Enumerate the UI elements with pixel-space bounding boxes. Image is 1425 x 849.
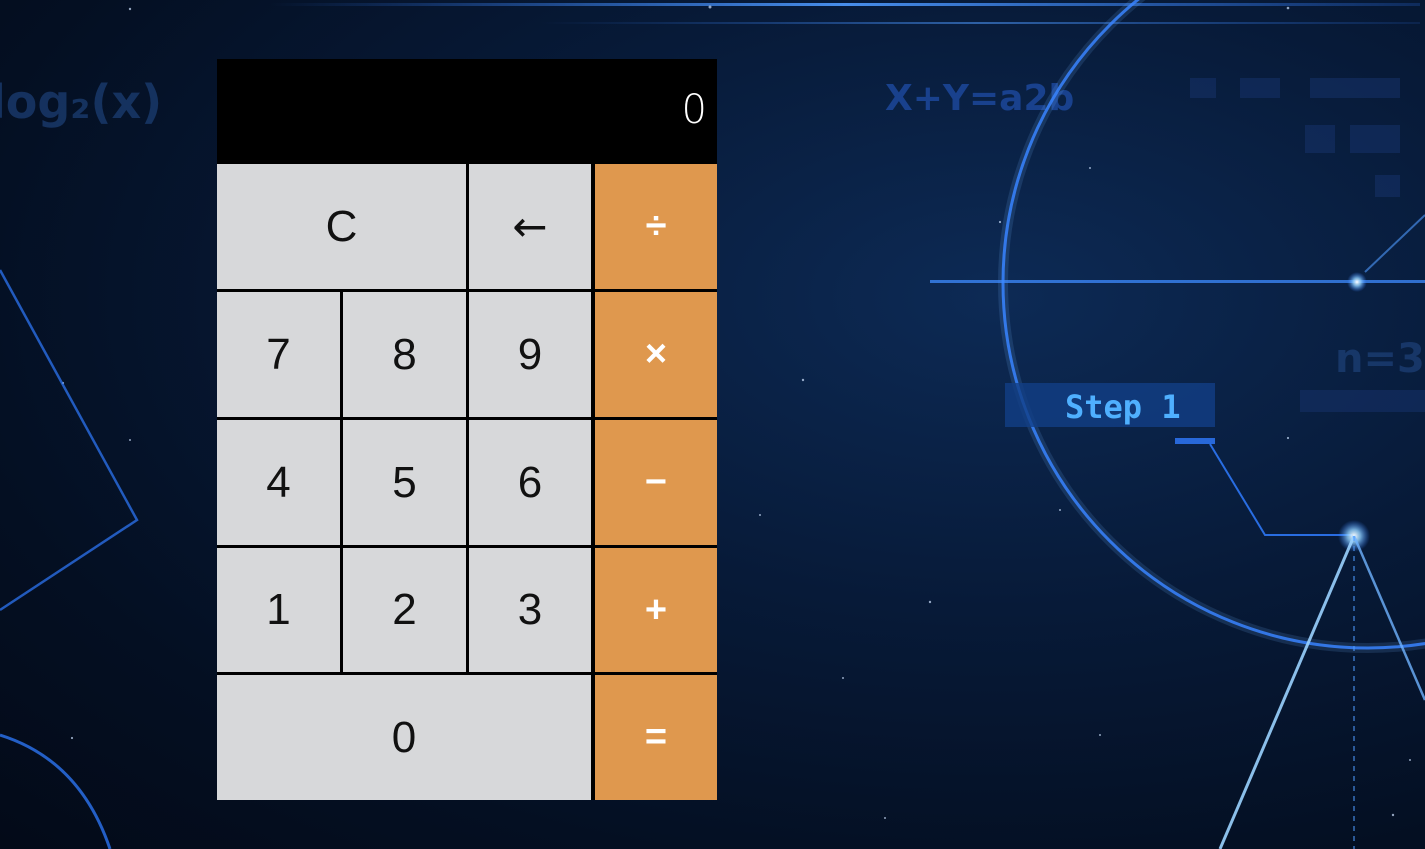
connector-line — [1209, 443, 1352, 536]
digit-9-button[interactable]: 9 — [469, 292, 591, 417]
digit-1-button[interactable]: 1 — [217, 548, 340, 672]
triangle-shape — [0, 269, 139, 612]
digit-2-button[interactable]: 2 — [343, 548, 466, 672]
backspace-button[interactable]: ← — [469, 164, 591, 289]
multiply-button[interactable]: × — [595, 292, 717, 417]
calculator-display: 0 — [217, 59, 717, 163]
digit-6-button[interactable]: 6 — [469, 420, 591, 545]
ray-right — [1352, 535, 1425, 701]
bottom-arc — [0, 733, 112, 849]
formula-n-text: n=3 — [1335, 336, 1425, 382]
digit-0-button[interactable]: 0 — [217, 675, 591, 800]
clear-button[interactable]: C — [217, 164, 466, 289]
ray-left — [1218, 535, 1356, 849]
add-button[interactable]: + — [595, 548, 717, 672]
top-light-line-2 — [540, 22, 1420, 24]
formula-log-text: log₂(x) — [0, 75, 162, 129]
equals-button[interactable]: = — [595, 675, 717, 800]
divide-button[interactable]: ÷ — [595, 164, 717, 289]
beam-node — [1347, 272, 1367, 292]
step-tag-text: Step 1 — [1065, 388, 1181, 426]
calculator: 0 C ← ÷ 7 8 9 × 4 5 6 − 1 2 3 + 0 = — [217, 59, 717, 800]
digit-5-button[interactable]: 5 — [343, 420, 466, 545]
subtract-button[interactable]: − — [595, 420, 717, 545]
top-light-line — [270, 3, 1420, 6]
digit-4-button[interactable]: 4 — [217, 420, 340, 545]
digit-8-button[interactable]: 8 — [343, 292, 466, 417]
digit-7-button[interactable]: 7 — [217, 292, 340, 417]
digit-3-button[interactable]: 3 — [469, 548, 591, 672]
